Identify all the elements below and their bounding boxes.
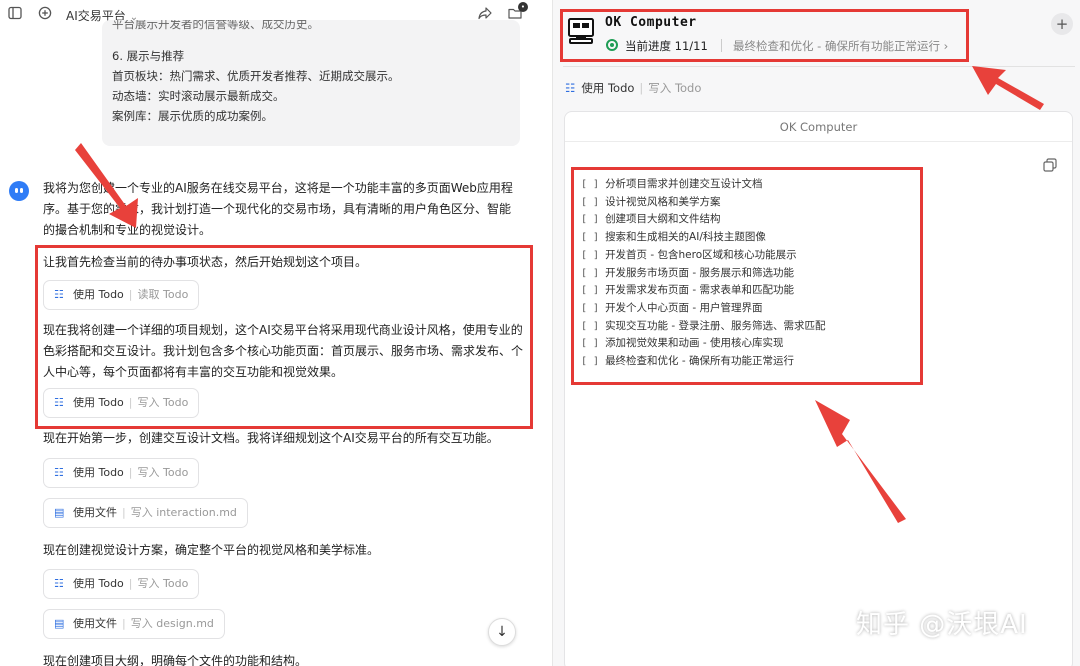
todo-text: 最终检查和优化 - 确保所有功能正常运行 <box>605 355 795 368</box>
checkbox-icon: [ ] <box>581 214 600 226</box>
checkbox-icon: [ ] <box>581 285 600 297</box>
chip-sub: 读取 Todo <box>137 288 189 301</box>
tool-call-chip[interactable]: ☷ 使用 Todo | 读取 Todo <box>43 280 200 310</box>
chevron-right-icon: › <box>943 39 949 53</box>
user-message-bubble: 平台展示开发者的信誉等级、成交历史。 6. 展示与推荐 首页板块：热门需求、优质… <box>102 20 520 146</box>
todo-list-icon: ☷ <box>54 577 64 590</box>
tool-call-chip[interactable]: ▤ 使用文件 | 写入 interaction.md <box>43 498 248 528</box>
chip-sub: 写入 interaction.md <box>130 506 237 519</box>
progress-label: 当前进度 11/11 <box>625 39 708 53</box>
file-icon: ▤ <box>54 617 65 630</box>
todo-item: [ ] 最终检查和优化 - 确保所有功能正常运行 <box>581 353 826 371</box>
todo-item: [ ] 搜索和生成相关的AI/科技主题图像 <box>581 229 826 247</box>
checkbox-icon: [ ] <box>581 249 600 261</box>
checkbox-icon: [ ] <box>581 356 600 368</box>
todo-text: 搜索和生成相关的AI/科技主题图像 <box>605 231 766 244</box>
copy-icon[interactable] <box>1043 158 1057 172</box>
chip-label: 使用 Todo <box>73 466 124 479</box>
message-line: 动态墙：实时滚动展示最新成交。 <box>112 89 285 103</box>
todo-item: [ ] 开发服务市场页面 - 服务展示和筛选功能 <box>581 265 826 283</box>
chip-sub: 写入 Todo <box>137 466 189 479</box>
todo-list-icon: ☷ <box>54 466 64 479</box>
checkbox-icon: [ ] <box>581 320 600 332</box>
new-chat-icon[interactable] <box>36 6 54 24</box>
todo-text: 开发个人中心页面 - 用户管理界面 <box>605 301 763 314</box>
todo-text: 添加视觉效果和动画 - 使用核心库实现 <box>605 337 784 350</box>
progress-task-text: 最终检查和优化 - 确保所有功能正常运行 <box>733 39 940 53</box>
message-line: 首页板块：热门需求、优质开发者推荐、近期成交展示。 <box>112 69 400 83</box>
todo-item: [ ] 实现交互功能 - 登录注册、服务筛选、需求匹配 <box>581 318 826 336</box>
assistant-paragraph: 现在开始第一步，创建交互设计文档。我将详细规划这个AI交易平台的所有交互功能。 <box>43 431 499 445</box>
checkbox-icon: [ ] <box>581 232 600 244</box>
todo-text: 分析项目需求并创建交互设计文档 <box>605 178 763 190</box>
tool-call-chip[interactable]: ▤ 使用文件 | 写入 design.md <box>43 609 225 639</box>
assistant-paragraph: 现在我将创建一个详细的项目规划，这个AI交易平台将采用现代商业设计风格，使用专业… <box>43 323 524 379</box>
checkbox-icon: [ ] <box>581 267 600 279</box>
chip-label: 使用 Todo <box>73 396 124 409</box>
tool-call-chip[interactable]: ☷ 使用 Todo | 写入 Todo <box>43 569 200 599</box>
computer-pane: OK Computer 当前进度 11/11 最终检查和优化 - 确保所有功能正… <box>552 0 1080 666</box>
todo-item: [ ] 开发个人中心页面 - 用户管理界面 <box>581 300 826 318</box>
todo-text: 开发首页 - 包含hero区域和核心功能展示 <box>605 248 797 261</box>
todo-item: [ ] 开发需求发布页面 - 需求表单和匹配功能 <box>581 282 826 300</box>
add-button[interactable]: + <box>1051 13 1073 35</box>
chat-pane: AI交易平台 ⌄ • 平台展示开发者的信誉等级、成交历史。 6. 展示与推荐 首页… <box>0 0 548 666</box>
message-heading: 6. 展示与推荐 <box>112 49 185 63</box>
scroll-down-button[interactable]: ↓ <box>488 618 516 646</box>
checkbox-icon: [ ] <box>581 179 600 190</box>
checkbox-icon: [ ] <box>581 302 600 314</box>
message-line: 案例库：展示优质的成功案例。 <box>112 109 273 123</box>
chip-label: 使用文件 <box>73 506 117 519</box>
checkbox-icon: [ ] <box>581 338 600 350</box>
progress-current-task[interactable]: 最终检查和优化 - 确保所有功能正常运行 › <box>733 38 948 54</box>
todo-item: [ ] 设计视觉风格和美学方案 <box>581 194 826 212</box>
plus-icon: + <box>1055 15 1069 33</box>
todo-list-icon: ☷ <box>54 396 64 409</box>
todo-card: OK Computer [ ] 分析项目需求并创建交互设计文档 [ ] 设计视觉风格… <box>564 111 1073 666</box>
todo-item: [ ] 创建项目大纲和文件结构 <box>581 211 826 229</box>
chip-sub: 写入 Todo <box>137 396 189 409</box>
progress-divider <box>721 39 722 52</box>
chip-label: 使用文件 <box>73 617 117 630</box>
assistant-paragraph: 让我首先检查当前的待办事项状态，然后开始规划这个项目。 <box>43 255 368 269</box>
todo-list-icon: ☷ <box>565 81 576 95</box>
tab-label: 使用 Todo <box>581 81 635 95</box>
assistant-avatar <box>9 181 29 201</box>
tab-sub: 写入 Todo <box>648 81 702 95</box>
file-icon: ▤ <box>54 506 65 519</box>
checkbox-icon: [ ] <box>581 196 600 208</box>
computer-icon <box>568 18 594 44</box>
card-header: OK Computer <box>565 112 1072 142</box>
chip-label: 使用 Todo <box>73 577 124 590</box>
chip-label: 使用 Todo <box>73 288 124 301</box>
assistant-paragraph: 现在创建视觉设计方案，确定整个平台的视觉风格和美学标准。 <box>43 543 380 557</box>
todo-text: 开发服务市场页面 - 服务展示和筛选功能 <box>605 266 795 279</box>
todo-tool-tab[interactable]: ☷ 使用 Todo | 写入 Todo <box>565 80 701 96</box>
todo-list: [ ] 分析项目需求并创建交互设计文档 [ ] 设计视觉风格和美学方案 [ ] 创建项… <box>581 176 826 371</box>
chip-sub: 写入 Todo <box>137 577 189 590</box>
todo-list-icon: ☷ <box>54 288 64 301</box>
arrow-down-icon: ↓ <box>496 624 508 640</box>
todo-item: [ ] 开发首页 - 包含hero区域和核心功能展示 <box>581 247 826 265</box>
chip-sub: 写入 design.md <box>130 617 214 630</box>
watermark: 知乎 @沃垠AI <box>856 610 1028 640</box>
sidebar-toggle-icon[interactable] <box>6 6 24 24</box>
notification-badge: • <box>518 2 528 12</box>
assistant-paragraph: 我将为您创建一个专业的AI服务在线交易平台，这将是一个功能丰富的多页面Web应用… <box>43 181 513 237</box>
computer-title: OK Computer <box>605 15 697 30</box>
message-line: 平台展示开发者的信誉等级、成交历史。 <box>112 20 319 31</box>
todo-item: [ ] 分析项目需求并创建交互设计文档 <box>581 176 826 194</box>
todo-item: [ ] 添加视觉效果和动画 - 使用核心库实现 <box>581 335 826 353</box>
todo-text: 设计视觉风格和美学方案 <box>605 195 721 208</box>
todo-text: 实现交互功能 - 登录注册、服务筛选、需求匹配 <box>605 319 826 332</box>
tool-call-chip[interactable]: ☷ 使用 Todo | 写入 Todo <box>43 458 200 488</box>
tool-call-chip[interactable]: ☷ 使用 Todo | 写入 Todo <box>43 388 200 418</box>
assistant-paragraph: 现在创建项目大纲，明确每个文件的功能和结构。 <box>43 654 308 666</box>
todo-text: 创建项目大纲和文件结构 <box>605 213 721 226</box>
progress-status-icon <box>606 39 618 51</box>
divider <box>563 66 1075 67</box>
todo-text: 开发需求发布页面 - 需求表单和匹配功能 <box>605 284 795 297</box>
